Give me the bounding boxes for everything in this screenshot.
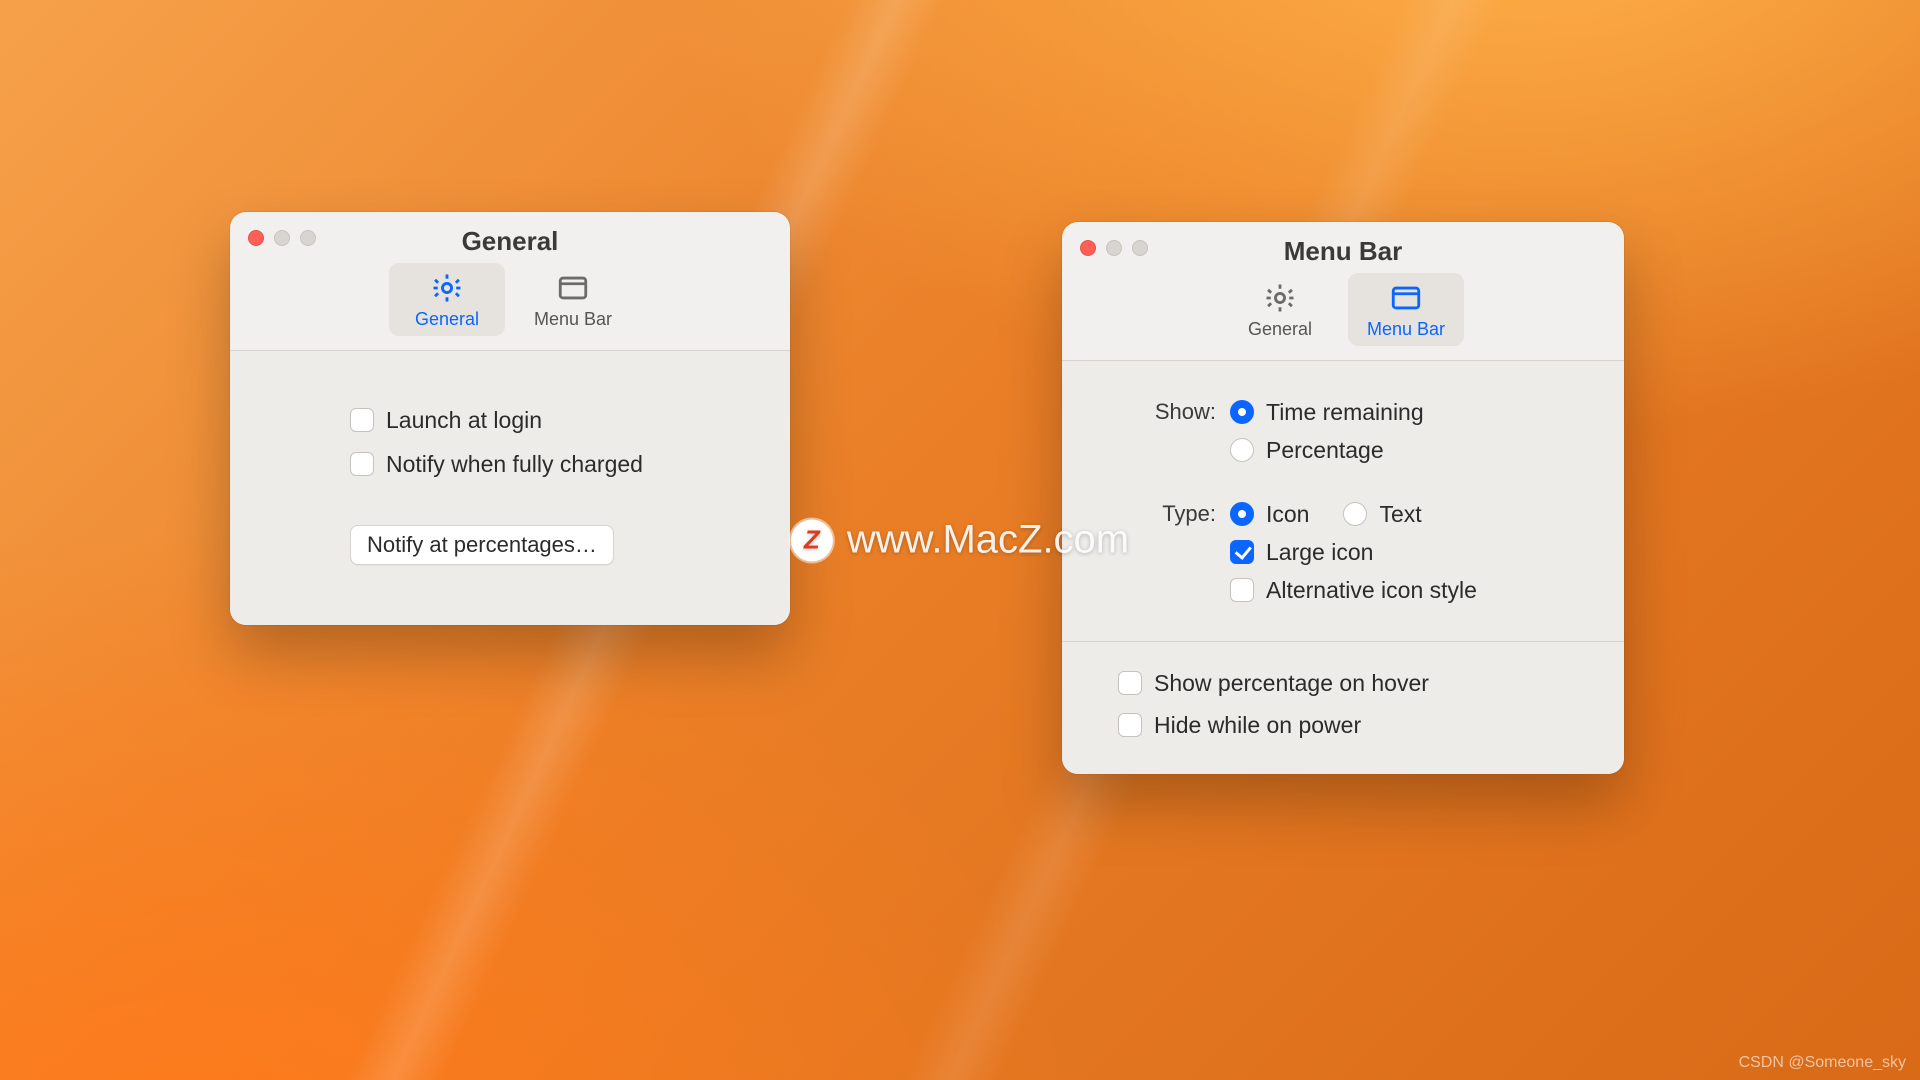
checkbox-alt-style[interactable]: Alternative icon style (1230, 575, 1477, 605)
radio-label: Time remaining (1266, 397, 1424, 427)
tab-general-label: General (1248, 319, 1312, 340)
radio-icon (1230, 438, 1254, 462)
checkbox-label: Large icon (1266, 537, 1373, 567)
zoom-button[interactable] (300, 230, 316, 246)
radio-label: Percentage (1266, 435, 1384, 465)
checkbox-notify-full[interactable]: Notify when fully charged (350, 449, 750, 479)
checkbox-label: Show percentage on hover (1154, 668, 1429, 698)
checkbox-launch-at-login[interactable]: Launch at login (350, 405, 750, 435)
checkbox-label: Launch at login (386, 405, 542, 435)
label-show: Show: (1096, 397, 1230, 427)
radio-text-type[interactable]: Text (1343, 499, 1421, 529)
radio-icon-type[interactable]: Icon (1230, 499, 1309, 529)
radio-icon (1343, 502, 1367, 526)
checkbox-icon (1118, 671, 1142, 695)
checkbox-hover-percentage[interactable]: Show percentage on hover (1118, 668, 1590, 698)
checkbox-icon (350, 452, 374, 476)
tab-general[interactable]: General (389, 263, 505, 336)
radio-icon (1230, 400, 1254, 424)
tab-menu-bar-label: Menu Bar (534, 309, 612, 330)
tab-general[interactable]: General (1222, 273, 1338, 346)
radio-percentage[interactable]: Percentage (1230, 435, 1424, 465)
tab-general-label: General (415, 309, 479, 330)
prefs-toolbar: General Menu Bar (1078, 273, 1608, 360)
checkbox-hide-on-power[interactable]: Hide while on power (1118, 710, 1590, 740)
radio-icon (1230, 502, 1254, 526)
minimize-button[interactable] (274, 230, 290, 246)
checkbox-label: Hide while on power (1154, 710, 1361, 740)
prefs-toolbar: General Menu Bar (246, 263, 774, 350)
close-button[interactable] (248, 230, 264, 246)
gear-icon (430, 271, 464, 305)
radio-label: Text (1379, 499, 1421, 529)
tab-menu-bar[interactable]: Menu Bar (1348, 273, 1464, 346)
window-icon (1389, 281, 1423, 315)
notify-at-percentages-button[interactable]: Notify at percentages… (350, 525, 614, 565)
credit-text: CSDN @Someone_sky (1739, 1054, 1906, 1072)
window-title: General (246, 226, 774, 257)
checkbox-icon (1230, 578, 1254, 602)
window-title: Menu Bar (1078, 236, 1608, 267)
watermark-badge: Z (791, 519, 833, 561)
minimize-button[interactable] (1106, 240, 1122, 256)
window-general: General General Menu Bar Launch at login (230, 212, 790, 625)
window-traffic-lights (1080, 240, 1148, 256)
checkbox-label: Alternative icon style (1266, 575, 1477, 605)
window-icon (556, 271, 590, 305)
radio-time-remaining[interactable]: Time remaining (1230, 397, 1424, 427)
window-menu-bar: Menu Bar General Menu Bar Show: (1062, 222, 1624, 774)
label-type: Type: (1096, 499, 1230, 529)
checkbox-icon (1118, 713, 1142, 737)
checkbox-large-icon[interactable]: Large icon (1230, 537, 1477, 567)
checkbox-icon (350, 408, 374, 432)
tab-menu-bar-label: Menu Bar (1367, 319, 1445, 340)
desktop-background: General General Menu Bar Launch at login (0, 0, 1920, 1080)
gear-icon (1263, 281, 1297, 315)
radio-label: Icon (1266, 499, 1309, 529)
close-button[interactable] (1080, 240, 1096, 256)
tab-menu-bar[interactable]: Menu Bar (515, 263, 631, 336)
window-traffic-lights (248, 230, 316, 246)
checkbox-icon (1230, 540, 1254, 564)
zoom-button[interactable] (1132, 240, 1148, 256)
checkbox-label: Notify when fully charged (386, 449, 643, 479)
